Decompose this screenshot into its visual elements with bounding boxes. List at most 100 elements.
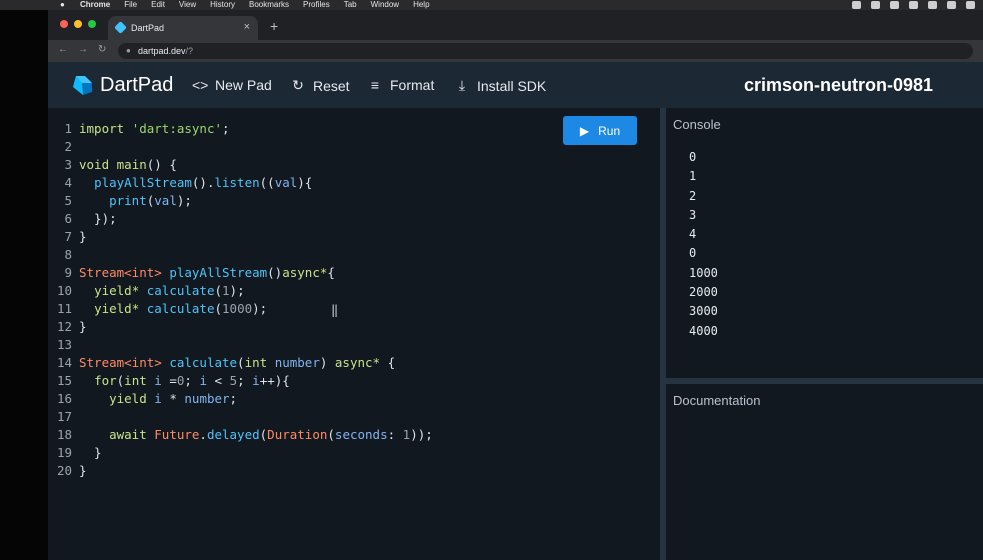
code-text[interactable]: yield i * number;	[79, 390, 237, 408]
code-text[interactable]: }	[79, 228, 87, 246]
dartpad-favicon-icon	[114, 21, 127, 34]
code-line[interactable]: 12}	[48, 318, 433, 336]
menu-item[interactable]: View	[179, 0, 196, 10]
pad-name[interactable]: crimson-neutron-0981	[744, 75, 933, 96]
code-line[interactable]: 20}	[48, 462, 433, 480]
code-brackets-icon: <>	[192, 77, 209, 93]
code-text[interactable]: yield* calculate(1);	[79, 282, 245, 300]
code-line[interactable]: 4 playAllStream().listen((val){	[48, 174, 433, 192]
code-text[interactable]: }	[79, 444, 102, 462]
code-line[interactable]: 7}	[48, 228, 433, 246]
apple-icon[interactable]: ●	[60, 0, 65, 10]
code-line[interactable]: 9 Stream<int> playAllStream()async*{	[48, 264, 433, 282]
menu-item[interactable]: Profiles	[303, 0, 330, 10]
new-pad-button[interactable]: <> New Pad	[192, 77, 272, 93]
macos-menu-bar: ● Chrome File Edit View History Bookmarks Pro…	[0, 0, 983, 10]
reset-label: Reset	[313, 77, 350, 94]
code-text[interactable]: playAllStream().listen((val){	[79, 174, 312, 192]
run-label: Run	[598, 123, 621, 138]
code-line[interactable]: 18 await Future.delayed(Duration(seconds…	[48, 426, 433, 444]
code-token: 'dart:async'	[131, 121, 222, 136]
code-line[interactable]: 19 }	[48, 444, 433, 462]
code-text[interactable]: for(int i =0; i < 5; i++){	[79, 372, 290, 390]
menu-item[interactable]: History	[210, 0, 235, 10]
reset-button[interactable]: ↻ Reset	[290, 77, 350, 94]
format-button[interactable]: ≡ Format	[367, 77, 434, 93]
status-icon[interactable]	[871, 1, 880, 9]
code-line[interactable]: 3 void main() {	[48, 156, 433, 174]
code-line[interactable]: 15 for(int i =0; i < 5; i++){	[48, 372, 433, 390]
code-token: ().	[191, 175, 215, 190]
close-window-button[interactable]	[60, 20, 68, 28]
code-text[interactable]: Stream<int> calculate(int number) async*…	[79, 354, 395, 372]
code-line[interactable]: 16 yield i * number;	[48, 390, 433, 408]
line-number: 3	[64, 157, 72, 172]
code-text[interactable]: yield* calculate(1000);	[79, 300, 267, 318]
code-line[interactable]: 8	[48, 246, 433, 264]
run-button[interactable]: ▶ Run	[563, 116, 637, 145]
code-line[interactable]: 1 import 'dart:async';	[48, 120, 433, 138]
code-token: }	[79, 463, 87, 478]
code-line[interactable]: 10 yield* calculate(1);	[48, 282, 433, 300]
code-token: <	[207, 373, 230, 388]
code-text[interactable]: });	[79, 210, 117, 228]
tab-title: DartPad	[131, 23, 165, 33]
code-editor[interactable]: 1 import 'dart:async'; 2 3 void main() {4 pl…	[48, 108, 660, 560]
console-title: Console	[673, 117, 721, 132]
menu-item[interactable]: File	[124, 0, 137, 10]
status-icon[interactable]	[909, 1, 918, 9]
code-line[interactable]: 6 });	[48, 210, 433, 228]
dartpad-app: DartPad <> New Pad ↻ Reset ≡ Format ⤓ In…	[48, 62, 983, 560]
code-text[interactable]: }	[79, 462, 87, 480]
code-line[interactable]: 13	[48, 336, 433, 354]
close-tab-icon[interactable]: ×	[244, 21, 250, 33]
code-text[interactable]: Stream<int> playAllStream()async*{	[79, 264, 335, 282]
status-icon[interactable]	[966, 1, 975, 9]
code-text[interactable]: await Future.delayed(Duration(seconds: 1…	[79, 426, 433, 444]
code-token: yield	[109, 391, 147, 406]
menu-item[interactable]: Edit	[151, 0, 165, 10]
code-line[interactable]: 17	[48, 408, 433, 426]
code-token: async*	[334, 355, 381, 370]
menu-app-name[interactable]: Chrome	[80, 0, 110, 10]
code-line[interactable]: 11 yield* calculate(1000);	[48, 300, 433, 318]
code-line[interactable]: 5 print(val);	[48, 192, 433, 210]
minimize-window-button[interactable]	[74, 20, 82, 28]
code-text[interactable]: print(val);	[79, 192, 192, 210]
install-sdk-button[interactable]: ⤓ Install SDK	[454, 77, 546, 94]
status-icon[interactable]	[852, 1, 861, 9]
reload-icon[interactable]: ↻	[98, 44, 106, 55]
new-tab-plus-icon[interactable]: +	[270, 18, 278, 34]
code-text[interactable]: void main() {	[79, 156, 177, 174]
console-output-line: 1	[689, 169, 697, 184]
menu-item[interactable]: Bookmarks	[249, 0, 289, 10]
code-token: }	[79, 229, 87, 244]
code-token: number	[184, 391, 230, 406]
menu-item[interactable]: Help	[413, 0, 429, 10]
code-text[interactable]: }	[79, 318, 87, 336]
browser-window: DartPad × + ← → ↻ ● dartpad.dev/? DartPa…	[48, 10, 983, 560]
menu-item[interactable]: Window	[371, 0, 399, 10]
maximize-window-button[interactable]	[88, 20, 96, 28]
install-sdk-label: Install SDK	[477, 77, 547, 94]
code-token: main	[116, 157, 147, 172]
code-line[interactable]: 2	[48, 138, 433, 156]
back-arrow-icon[interactable]: ←	[58, 44, 68, 55]
forward-arrow-icon[interactable]: →	[78, 44, 88, 55]
status-icon[interactable]	[928, 1, 937, 9]
status-icon[interactable]	[947, 1, 956, 9]
status-icon[interactable]	[890, 1, 899, 9]
address-bar[interactable]: ● dartpad.dev/?	[118, 43, 973, 59]
code-token: ()	[267, 265, 283, 280]
code-token: (	[327, 427, 335, 442]
code-token: );	[176, 193, 192, 208]
status-icons	[852, 1, 975, 9]
lock-icon[interactable]: ●	[126, 43, 131, 59]
menu-item[interactable]: Tab	[344, 0, 357, 10]
code-text[interactable]: import 'dart:async';	[79, 120, 230, 138]
browser-tab[interactable]: DartPad ×	[108, 16, 258, 40]
line-number: 1	[64, 121, 72, 136]
code-lines[interactable]: 1 import 'dart:async'; 2 3 void main() {4 pl…	[48, 120, 433, 480]
code-line[interactable]: 14 Stream<int> calculate(int number) asyn…	[48, 354, 433, 372]
